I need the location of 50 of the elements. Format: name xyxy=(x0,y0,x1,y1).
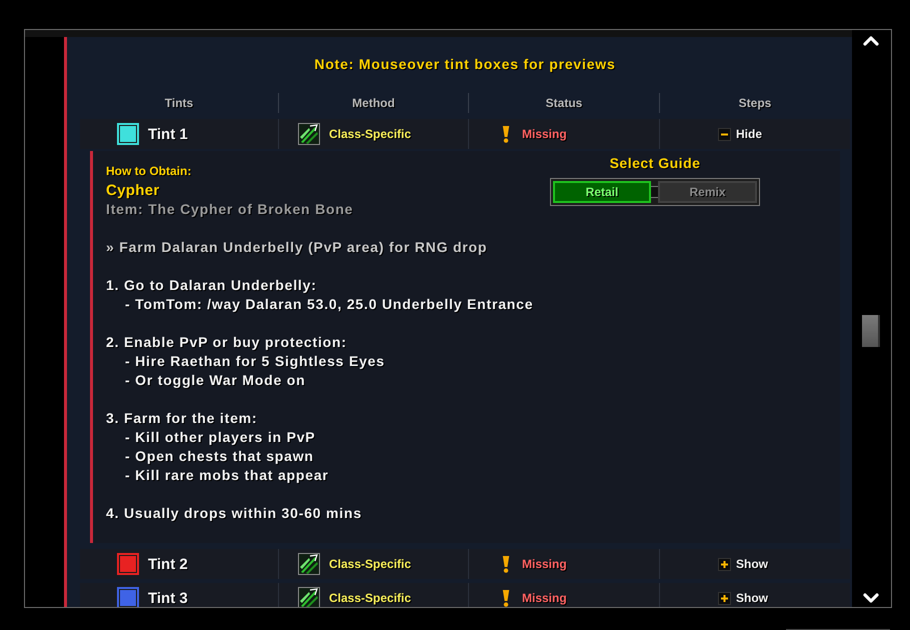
tint-name: Tint 2 xyxy=(148,556,188,572)
status-label: Missing xyxy=(522,591,567,605)
method-label: Class-Specific xyxy=(329,591,412,605)
source-title: Cypher xyxy=(106,181,160,200)
method-label: Class-Specific xyxy=(329,557,412,571)
section-heading: How to Obtain: xyxy=(106,163,192,179)
guide-step: 2. Enable PvP or buy protection: xyxy=(106,333,550,352)
guide-option-button[interactable]: Retail xyxy=(553,181,651,203)
exclamation-icon xyxy=(502,126,510,142)
column-header: Method xyxy=(278,93,468,113)
exclamation-icon xyxy=(502,590,510,606)
guide-step: 4. Usually drops within 30-60 mins xyxy=(106,504,550,523)
item-name: Item: The Cypher of Broken Bone xyxy=(106,200,354,219)
tint-swatch[interactable] xyxy=(117,553,139,575)
column-header: Steps xyxy=(659,93,850,113)
toggle-notch xyxy=(651,186,658,198)
column-header: Tints xyxy=(164,95,194,112)
guide-step: - TomTom: /way Dalaran 53.0, 25.0 Underbelly Entrance xyxy=(125,295,550,314)
steps-toggle-button[interactable]: Show xyxy=(718,591,768,605)
minus-icon xyxy=(718,128,731,140)
status-label: Missing xyxy=(522,557,567,571)
guide-step: - Open chests that spawn xyxy=(125,447,550,466)
guide-step: - Hire Raethan for 5 Sightless Eyes xyxy=(125,352,550,371)
exclamation-icon xyxy=(502,556,510,572)
claw-slash-icon xyxy=(298,587,320,607)
summary-text: » Farm Dalaran Underbelly (PvP area) for RNG drop xyxy=(106,238,488,257)
method-label: Class-Specific xyxy=(329,127,412,141)
guide-step: - Kill other players in PvP xyxy=(125,428,550,447)
plus-icon xyxy=(718,558,731,570)
tint-swatch[interactable] xyxy=(117,587,139,607)
note-text: Note: Mouseover tint boxes for previews xyxy=(313,56,617,73)
chevron-down-icon[interactable] xyxy=(863,593,879,604)
tint-name: Tint 3 xyxy=(148,590,188,606)
status-label: Missing xyxy=(522,127,567,141)
plus-icon xyxy=(718,592,731,604)
claw-slash-icon xyxy=(298,123,320,145)
guide-step: - Or toggle War Mode on xyxy=(125,371,550,390)
tint-swatch[interactable] xyxy=(117,123,139,145)
steps-toggle-button[interactable]: Hide xyxy=(718,127,762,141)
scrollbar-thumb[interactable] xyxy=(862,315,880,347)
guide-step: 1. Go to Dalaran Underbelly: xyxy=(106,276,550,295)
guide-step: - Kill rare mobs that appear xyxy=(125,466,550,485)
tint-name: Tint 1 xyxy=(148,126,188,142)
column-header: Status xyxy=(468,93,659,113)
guide-step: 3. Farm for the item: xyxy=(106,409,550,428)
chevron-up-icon[interactable] xyxy=(863,35,879,46)
guide-title: Select Guide xyxy=(608,155,702,171)
steps-toggle-button[interactable]: Show xyxy=(718,557,768,571)
guide-option-button[interactable]: Remix xyxy=(658,181,757,203)
claw-slash-icon xyxy=(298,553,320,575)
